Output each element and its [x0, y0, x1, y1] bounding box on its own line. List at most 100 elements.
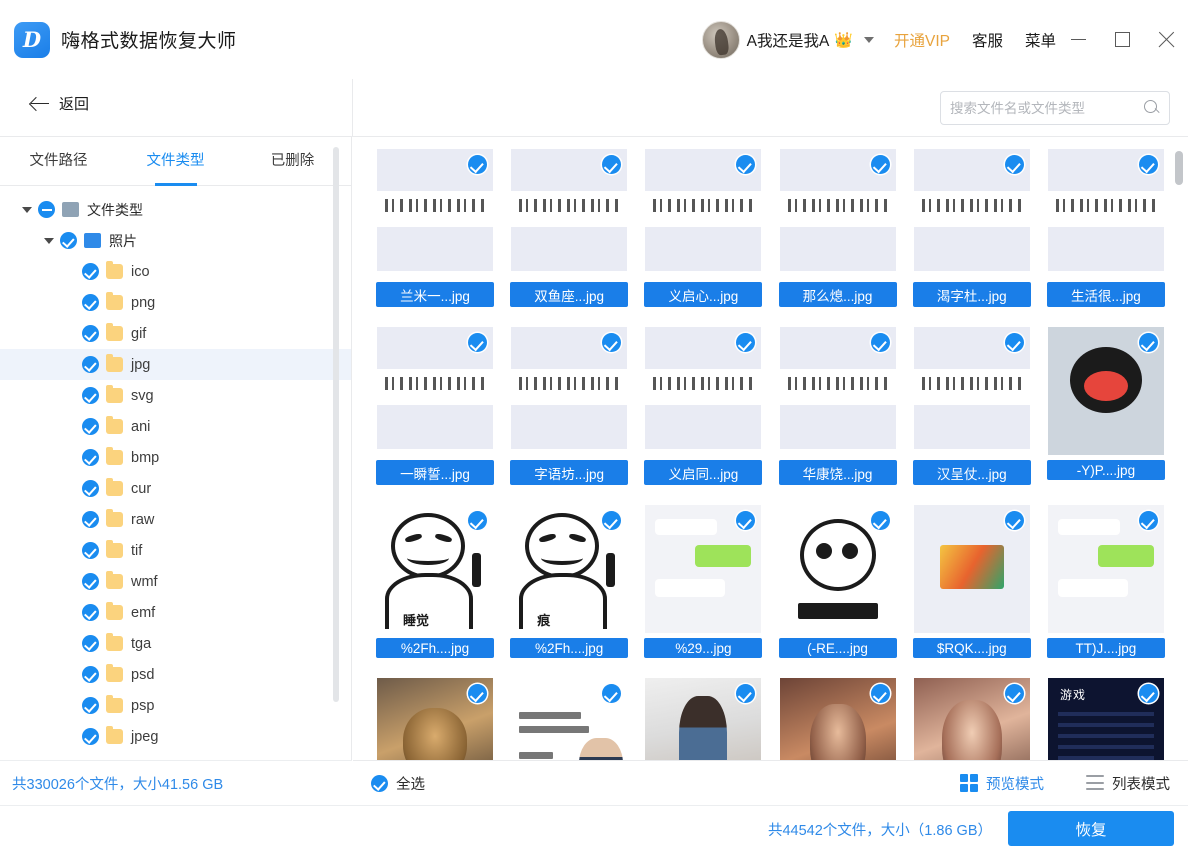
tree-node-checkbox[interactable]	[82, 480, 99, 497]
tree-node[interactable]: ani	[0, 411, 351, 442]
tree-node[interactable]: psp	[0, 690, 351, 721]
file-thumbnail-wrap[interactable]	[1047, 505, 1164, 633]
file-card[interactable]: 游戏	[1040, 678, 1172, 760]
back-button[interactable]: 返回	[30, 93, 89, 114]
tree-node-checkbox[interactable]	[82, 697, 99, 714]
tree-node-checkbox[interactable]	[82, 294, 99, 311]
file-card[interactable]	[772, 678, 904, 760]
file-card[interactable]: 汉呈仗...jpg	[906, 327, 1038, 485]
file-selected-check-icon[interactable]	[468, 155, 487, 174]
file-card[interactable]: 睡觉 %2Fh....jpg	[369, 505, 501, 658]
file-selected-check-icon[interactable]	[1004, 511, 1024, 530]
menu-button[interactable]: 菜单	[1025, 29, 1056, 51]
tree-node[interactable]: svg	[0, 380, 351, 411]
sidebar-scrollbar[interactable]	[333, 147, 339, 702]
file-card[interactable]	[637, 678, 769, 760]
tree-node[interactable]: wmf	[0, 566, 351, 597]
tree-node[interactable]: 文档	[0, 752, 351, 756]
tree-node-checkbox[interactable]	[82, 635, 99, 652]
file-thumbnail-wrap[interactable]	[645, 505, 762, 633]
file-thumbnail-wrap[interactable]	[779, 327, 896, 455]
tree-node-checkbox[interactable]	[82, 356, 99, 373]
file-selected-check-icon[interactable]	[1004, 155, 1024, 174]
file-thumbnail-wrap[interactable]	[645, 327, 762, 455]
search-icon[interactable]	[1144, 100, 1160, 116]
tree-node[interactable]: ico	[0, 256, 351, 287]
file-thumbnail-wrap[interactable]: 睡觉	[377, 505, 493, 633]
file-selected-check-icon[interactable]	[1138, 684, 1158, 703]
file-selected-check-icon[interactable]	[1004, 684, 1024, 703]
file-card[interactable]: %29...jpg	[637, 505, 769, 658]
file-thumbnail-wrap[interactable]	[377, 149, 493, 277]
tree-node-checkbox[interactable]	[82, 542, 99, 559]
file-selected-check-icon[interactable]	[468, 333, 487, 352]
file-thumbnail-wrap[interactable]	[377, 678, 493, 760]
customer-support-button[interactable]: 客服	[972, 29, 1003, 51]
file-card[interactable]: 义启同...jpg	[637, 327, 769, 485]
tree-node-checkbox[interactable]	[60, 232, 77, 249]
file-card[interactable]: -Y)P....jpg	[1040, 327, 1172, 485]
tree-node-checkbox[interactable]	[82, 263, 99, 280]
preview-mode-button[interactable]: 预览模式	[960, 773, 1044, 794]
file-card[interactable]: (-RE....jpg	[772, 505, 904, 658]
file-card[interactable]: 痕 %2Fh....jpg	[503, 505, 635, 658]
tree-node[interactable]: 照片	[0, 225, 351, 256]
file-card[interactable]: 华康饶...jpg	[772, 327, 904, 485]
file-thumbnail-wrap[interactable]	[511, 678, 628, 760]
grid-scrollbar-thumb[interactable]	[1175, 151, 1183, 185]
file-thumbnail-wrap[interactable]	[779, 149, 896, 277]
file-card[interactable]: 渴字杜...jpg	[906, 149, 1038, 307]
file-card[interactable]: 生活很...jpg	[1040, 149, 1172, 307]
file-thumbnail-wrap[interactable]: 游戏	[1047, 678, 1164, 760]
tree-node-checkbox[interactable]	[38, 201, 55, 218]
file-thumbnail-wrap[interactable]	[1047, 149, 1164, 277]
file-card[interactable]	[906, 678, 1038, 760]
tab-file-path[interactable]: 文件路径	[0, 137, 117, 186]
tree-node[interactable]: psd	[0, 659, 351, 690]
select-all-control[interactable]: 全选	[371, 773, 425, 794]
file-card[interactable]: 双鱼座...jpg	[503, 149, 635, 307]
file-thumbnail-wrap[interactable]	[913, 505, 1030, 633]
file-selected-check-icon[interactable]	[1138, 333, 1158, 352]
file-selected-check-icon[interactable]	[1004, 333, 1024, 352]
file-selected-check-icon[interactable]	[1138, 511, 1158, 530]
file-card[interactable]: 义启心...jpg	[637, 149, 769, 307]
grid-scrollbar-track[interactable]	[1175, 149, 1183, 749]
tree-node[interactable]: tif	[0, 535, 351, 566]
tree-node-checkbox[interactable]	[82, 449, 99, 466]
open-vip-button[interactable]: 开通VIP	[894, 29, 950, 51]
tree-node-checkbox[interactable]	[82, 666, 99, 683]
file-card[interactable]	[503, 678, 635, 760]
tree-node-checkbox[interactable]	[82, 325, 99, 342]
tree-node[interactable]: jpeg	[0, 721, 351, 752]
close-button[interactable]	[1144, 0, 1188, 79]
tree-node[interactable]: 文件类型	[0, 194, 351, 225]
file-thumbnail-wrap[interactable]	[913, 327, 1030, 455]
chevron-down-icon[interactable]	[38, 237, 60, 244]
search-box[interactable]	[940, 91, 1170, 125]
tree-node[interactable]: emf	[0, 597, 351, 628]
tree-node-checkbox[interactable]	[82, 604, 99, 621]
file-thumbnail-wrap[interactable]	[913, 678, 1030, 760]
tab-file-type[interactable]: 文件类型	[117, 137, 234, 186]
file-selected-check-icon[interactable]	[1138, 155, 1158, 174]
file-thumbnail-wrap[interactable]	[511, 149, 628, 277]
minimize-button[interactable]	[1056, 0, 1100, 79]
recover-button[interactable]: 恢复	[1008, 811, 1174, 846]
file-thumbnail-wrap[interactable]	[779, 678, 896, 760]
tree-node[interactable]: cur	[0, 473, 351, 504]
tree-node-checkbox[interactable]	[82, 573, 99, 590]
list-mode-button[interactable]: 列表模式	[1086, 773, 1170, 794]
file-card[interactable]: TT)J....jpg	[1040, 505, 1172, 658]
file-card[interactable]: 那么熄...jpg	[772, 149, 904, 307]
file-card[interactable]: 兰米一...jpg	[369, 149, 501, 307]
file-selected-check-icon[interactable]	[870, 511, 890, 530]
file-thumbnail-wrap[interactable]: 痕	[511, 505, 628, 633]
tree-node[interactable]: png	[0, 287, 351, 318]
file-thumbnail-wrap[interactable]	[645, 678, 762, 760]
file-thumbnail-wrap[interactable]	[377, 327, 493, 455]
tree-node[interactable]: tga	[0, 628, 351, 659]
file-selected-check-icon[interactable]	[468, 511, 487, 530]
tree-node[interactable]: raw	[0, 504, 351, 535]
maximize-button[interactable]	[1100, 0, 1144, 79]
